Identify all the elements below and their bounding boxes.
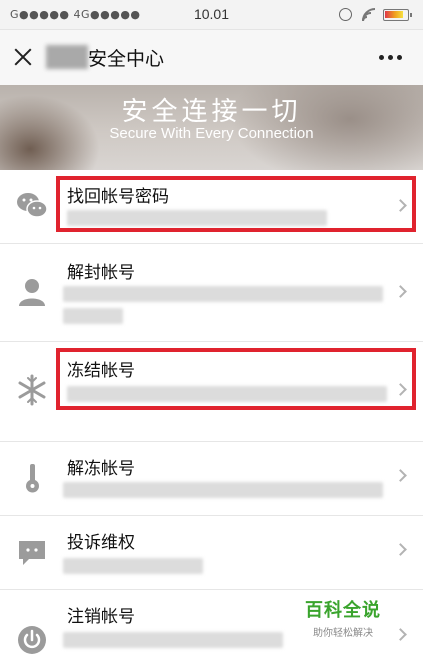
status-bar: G●●●●● 4G●●●●● 10.01	[0, 0, 423, 30]
more-icon[interactable]	[379, 55, 403, 61]
key-icon	[16, 462, 48, 494]
watermark-logo: 百科全说	[305, 600, 381, 621]
snowflake-icon	[16, 374, 48, 406]
list-item-label: 解封帐号	[67, 263, 135, 283]
message-icon	[16, 536, 48, 568]
page-title: 安全中心	[88, 48, 165, 70]
highlight-frame	[56, 176, 416, 232]
banner-subtitle: Secure With Every Connection	[109, 125, 314, 142]
wifi-icon	[361, 7, 377, 23]
wechat-chat-icon	[16, 190, 48, 222]
list-item-unfreeze-account[interactable]: 解冻帐号	[0, 442, 423, 516]
nav-bar: 安全中心	[0, 30, 423, 85]
list-item-unblock-account[interactable]: 解封帐号	[0, 244, 423, 342]
chevron-right-icon	[394, 285, 407, 298]
close-icon[interactable]	[13, 47, 33, 67]
chevron-right-icon	[394, 628, 407, 641]
chevron-right-icon	[394, 543, 407, 556]
watermark: 百科全说 助你轻松解决	[298, 596, 388, 639]
security-banner: 安全连接一切 Secure With Every Connection	[0, 85, 423, 170]
chevron-right-icon	[394, 469, 407, 482]
power-icon	[16, 624, 48, 656]
status-icons	[333, 7, 415, 23]
list-item-label: 解冻帐号	[67, 459, 135, 479]
redacted-app-name	[46, 45, 88, 69]
user-icon	[16, 276, 48, 308]
list-item-complaint[interactable]: 投诉维权	[0, 516, 423, 590]
list-item-label: 注销帐号	[67, 607, 135, 627]
highlight-frame	[56, 348, 416, 410]
battery-icon	[383, 9, 412, 21]
watermark-slogan: 助你轻松解决	[313, 628, 373, 639]
alarm-icon	[339, 8, 352, 21]
list-item-label: 投诉维权	[67, 533, 135, 553]
banner-title: 安全连接一切	[121, 97, 302, 127]
